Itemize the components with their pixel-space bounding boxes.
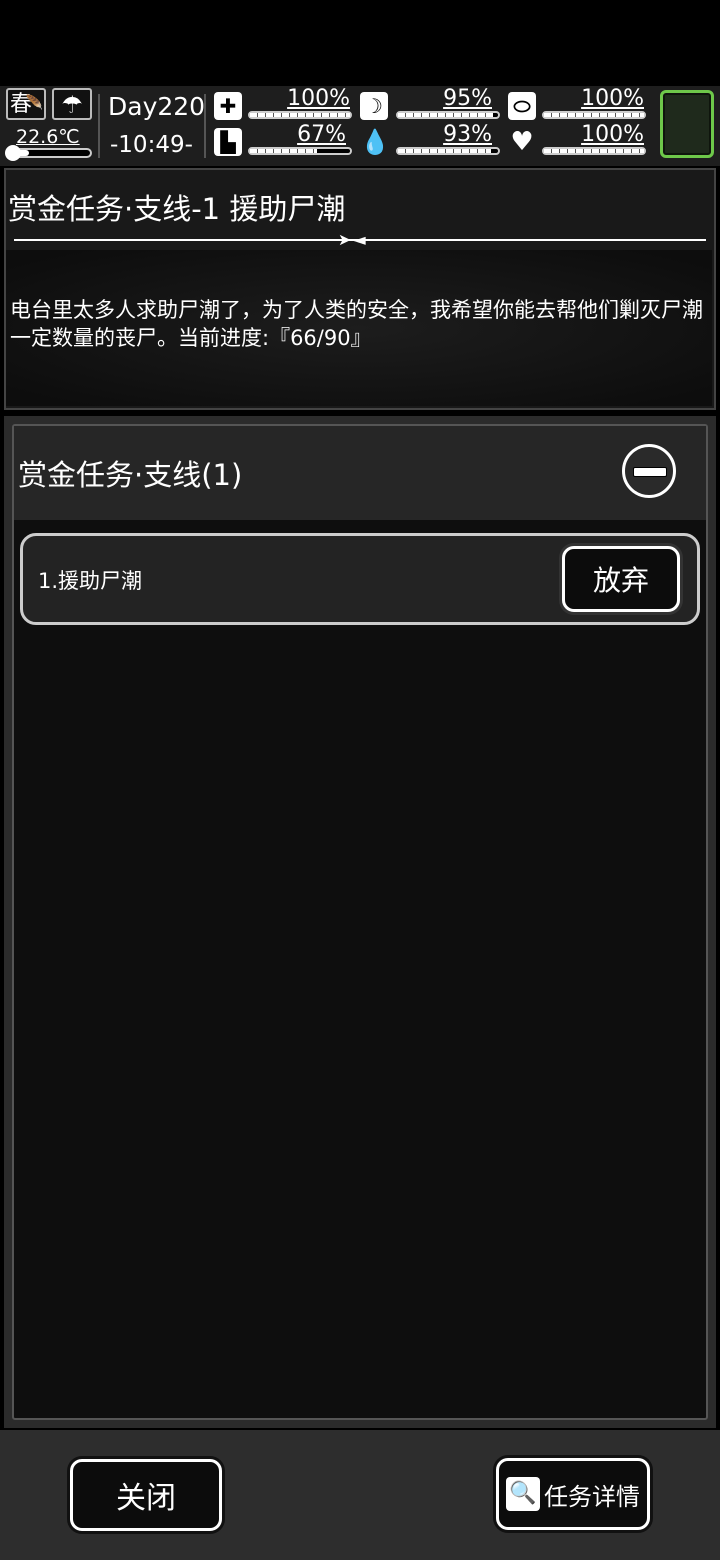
season-indicator: 春 🪶 <box>6 88 46 120</box>
stamina-bar <box>248 147 352 155</box>
task-detail-label: 任务详情 <box>544 1482 640 1511</box>
mood-value: 100% <box>581 122 644 147</box>
medicine-bar <box>542 111 646 119</box>
health-fill <box>250 113 350 117</box>
hunger-fill <box>398 113 493 117</box>
task-detail-button[interactable]: 🔍 任务详情 <box>496 1458 650 1530</box>
stomach-icon: ☽ <box>360 92 388 120</box>
health-bar <box>248 111 352 119</box>
status-divider <box>204 94 206 158</box>
minimap-button[interactable] <box>660 90 714 158</box>
mood-bar <box>542 147 646 155</box>
thirst-bar <box>396 147 500 155</box>
status-divider <box>98 94 100 158</box>
stamina-value: 67% <box>297 122 346 147</box>
thirst-value: 93% <box>443 122 492 147</box>
heart-icon: ♥ <box>510 127 534 157</box>
game-clock: -10:49- <box>110 132 193 158</box>
abandon-button[interactable]: 放弃 <box>562 546 680 612</box>
close-button[interactable]: 关闭 <box>70 1459 222 1531</box>
rain-cloud-icon: ☂ <box>52 88 92 120</box>
description-text: 电台里太多人求助尸潮了，为了人类的安全，我希望你能去帮他们剿灭尸潮一定数量的丧尸… <box>10 298 703 350</box>
leaf-icon: 🪶 <box>25 95 43 111</box>
description-title: 赏金任务·支线-1 援助尸潮 <box>8 192 346 226</box>
health-value: 100% <box>287 86 350 111</box>
task-group-title: 赏金任务·支线(1) <box>18 458 243 492</box>
mood-fill <box>544 149 644 153</box>
water-drop-icon: 💧 <box>360 128 390 156</box>
collapse-bar <box>633 467 667 477</box>
day-counter: Day220 <box>108 92 206 121</box>
task-label: 1.援助尸潮 <box>38 569 143 593</box>
task-detail-search-icon: 🔍 <box>506 1477 540 1511</box>
collapse-minus-icon[interactable] <box>622 444 676 498</box>
first-aid-kit-icon: ✚ <box>214 92 242 120</box>
thermometer-bulb <box>5 145 21 161</box>
hunger-value: 95% <box>443 86 492 111</box>
stamina-fill <box>250 149 317 153</box>
foot-icon: ▙ <box>214 128 242 156</box>
hunger-bar <box>396 111 500 119</box>
pill-icon: ⬭ <box>508 92 536 120</box>
medicine-fill <box>544 113 644 117</box>
divider-arrows-icon: ➤◄ <box>338 230 368 249</box>
medicine-value: 100% <box>581 86 644 111</box>
temperature-label: 22.6℃ <box>16 126 80 148</box>
thirst-fill <box>398 149 491 153</box>
